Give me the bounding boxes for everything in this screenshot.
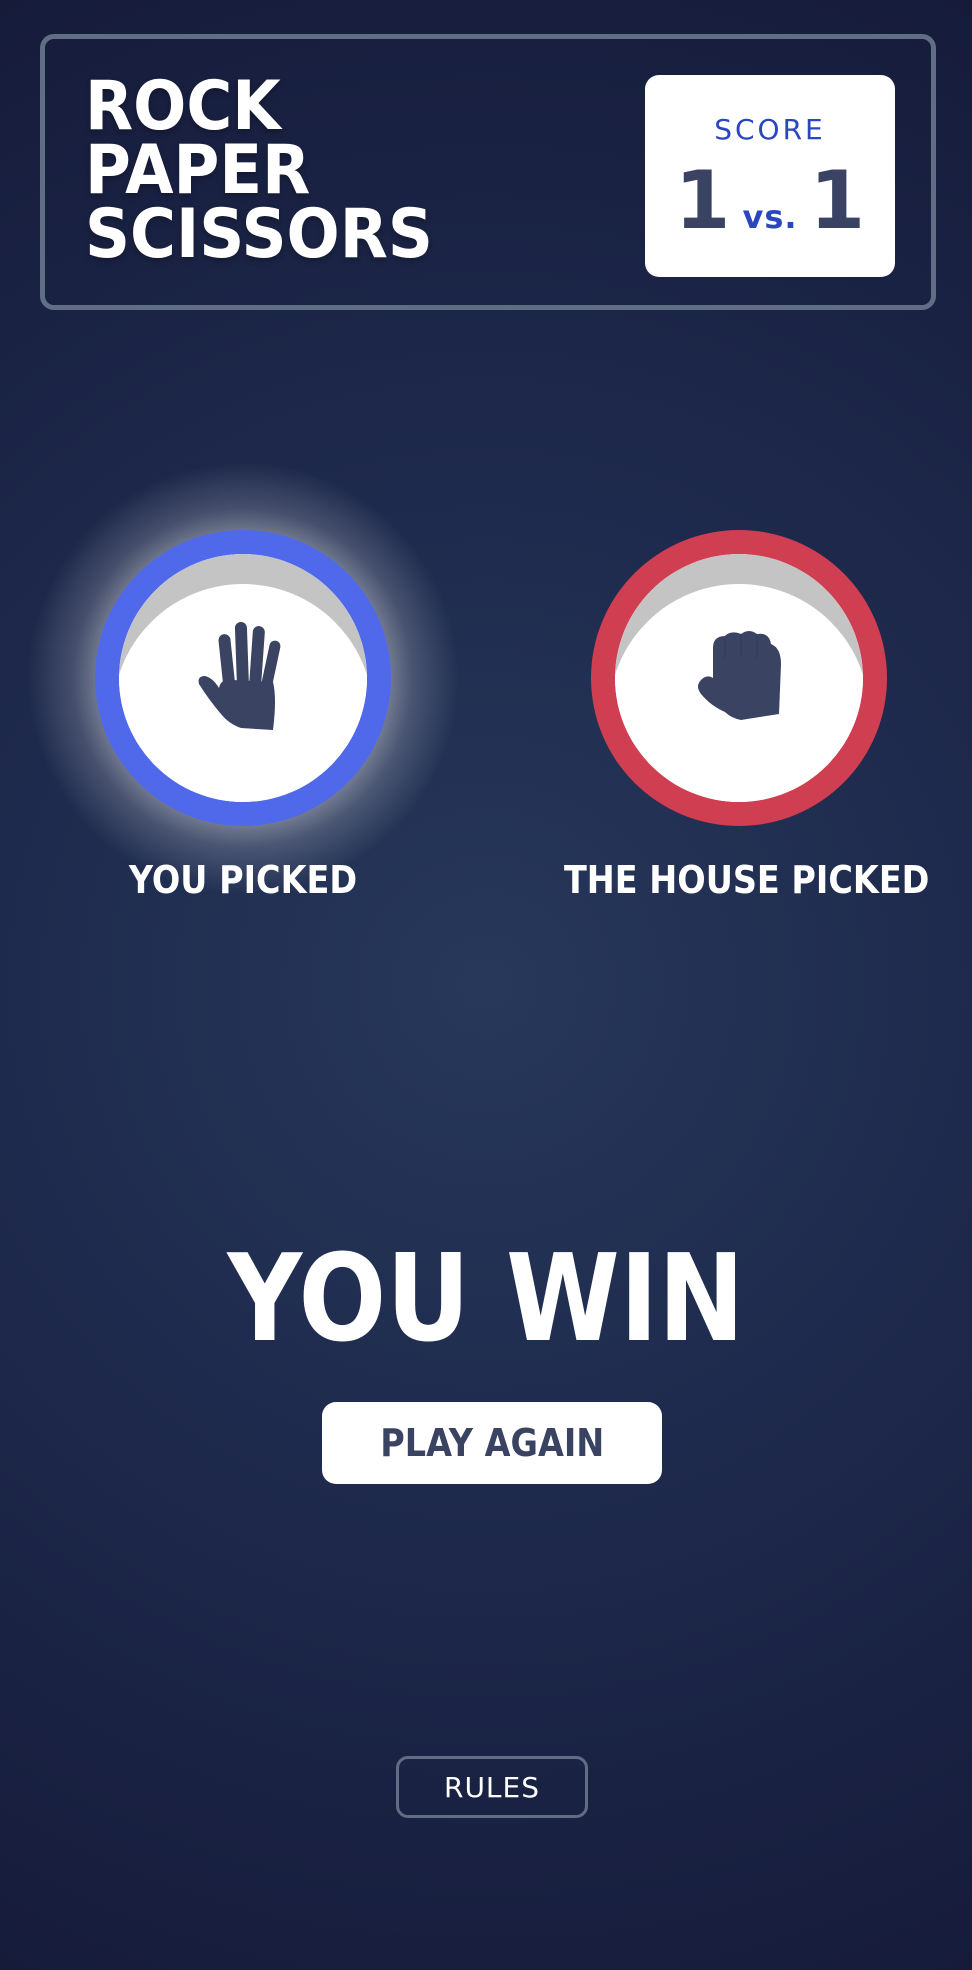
result-text: YOU WIN — [227, 1230, 745, 1369]
game-header: ROCK PAPER SCISSORS SCORE 1 vs. 1 — [40, 34, 936, 310]
title-line-scissors: SCISSORS — [85, 195, 433, 274]
score-vs: vs. — [742, 198, 798, 236]
game-title: ROCK PAPER SCISSORS — [85, 67, 433, 274]
chip-face — [119, 554, 367, 802]
house-pick — [591, 530, 887, 826]
house-score: 1 — [809, 154, 866, 247]
player-score: 1 — [674, 154, 731, 247]
play-again-button[interactable]: PLAY AGAIN — [322, 1402, 662, 1484]
paper-hand-icon — [198, 622, 281, 730]
rock-chip — [591, 530, 887, 826]
chip-face — [615, 554, 863, 802]
player-pick — [25, 460, 461, 896]
rock-fist-icon — [698, 631, 781, 720]
you-picked-label: YOU PICKED — [128, 858, 358, 902]
play-again-label: PLAY AGAIN — [379, 1421, 604, 1465]
title-line-rock: ROCK — [85, 67, 281, 146]
house-picked-label: THE HOUSE PICKED — [564, 858, 930, 902]
score-board: SCORE 1 vs. 1 — [645, 75, 895, 277]
score-label: SCORE — [714, 113, 826, 146]
title-line-paper: PAPER — [85, 131, 311, 210]
paper-chip — [95, 530, 391, 826]
score-value: 1 vs. 1 — [645, 161, 895, 257]
rules-button[interactable]: RULES — [396, 1756, 588, 1818]
